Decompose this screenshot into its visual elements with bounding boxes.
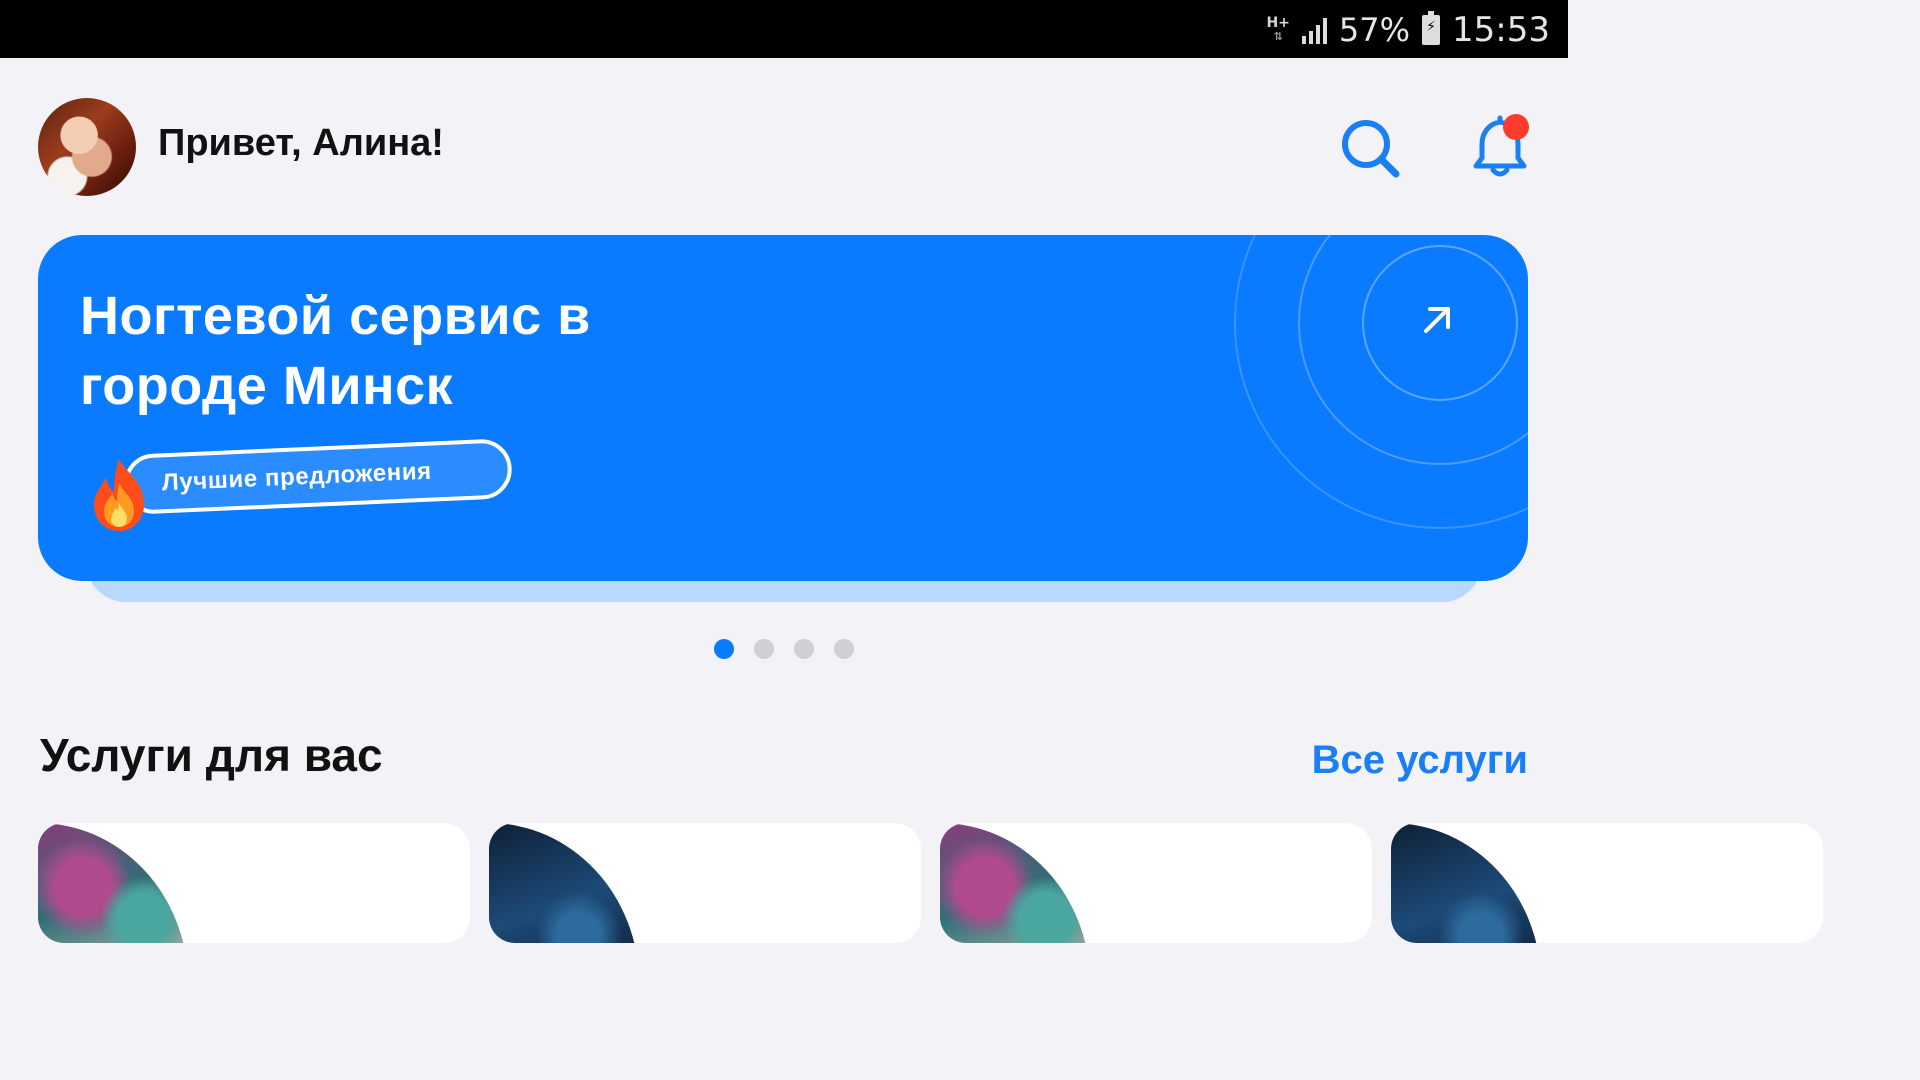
carousel-dot[interactable] [754, 639, 774, 659]
service-card[interactable] [489, 823, 921, 943]
fire-icon [94, 459, 144, 531]
arrow-up-right-icon[interactable] [1406, 287, 1470, 351]
search-icon [1342, 120, 1400, 178]
carousel-dot[interactable] [834, 639, 854, 659]
signal-icon [1301, 16, 1327, 44]
network-type: H+ [1266, 15, 1290, 31]
banner-title: Ногтевой сервис в городе Минск [80, 286, 591, 416]
clock: 15:53 [1452, 10, 1550, 50]
service-card[interactable] [1391, 823, 1823, 943]
search-button[interactable] [1336, 114, 1404, 182]
services-section-title: Услуги для вас [40, 729, 383, 781]
battery-charging-icon [1422, 11, 1441, 45]
greeting: Привет, Алина! [158, 122, 444, 164]
service-card-image [38, 823, 188, 943]
status-indicators: H+ ⇅ 57% 15:53 [1266, 8, 1550, 52]
service-card[interactable] [38, 823, 470, 943]
data-arrows-icon: ⇅ [1273, 30, 1283, 43]
best-offers-label: Лучшие предложения [161, 457, 433, 497]
promo-banner[interactable]: Ногтевой сервис в городе Минск Лучшие пр… [38, 235, 1528, 581]
carousel-dot[interactable] [794, 639, 814, 659]
battery-percent: 57% [1338, 11, 1411, 49]
service-card-image [940, 823, 1090, 943]
status-bar: H+ ⇅ 57% 15:53 [0, 0, 1568, 58]
notification-badge [1503, 114, 1529, 140]
carousel-pagination [714, 639, 854, 659]
avatar[interactable] [38, 98, 136, 196]
service-card-image [1391, 823, 1541, 943]
service-card[interactable] [940, 823, 1372, 943]
service-card-image [489, 823, 639, 943]
network-icon: H+ ⇅ [1266, 15, 1290, 43]
all-services-link[interactable]: Все услуги [1312, 738, 1528, 783]
carousel-dot[interactable] [714, 639, 734, 659]
